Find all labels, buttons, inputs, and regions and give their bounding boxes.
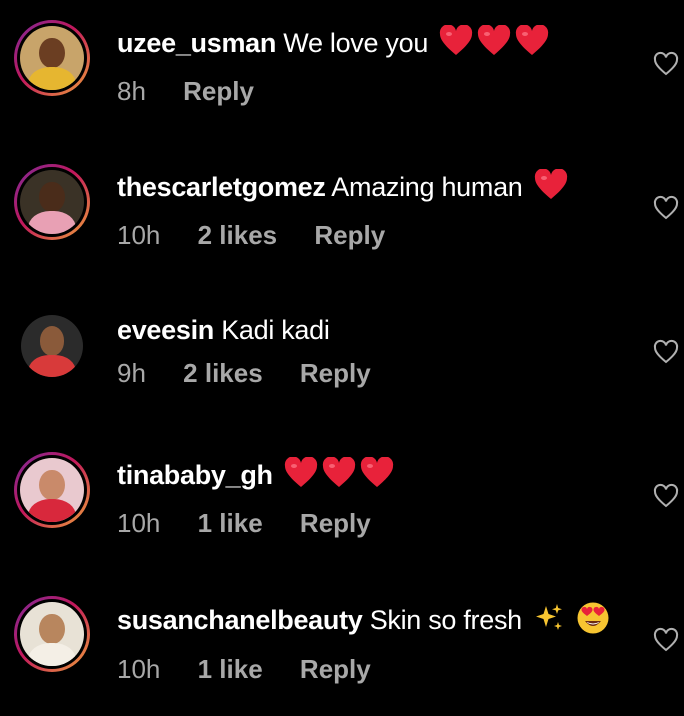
reply-button[interactable]: Reply [300, 653, 371, 685]
red-heart-emoji-icon [284, 456, 318, 497]
avatar-image [21, 315, 83, 377]
heart-outline-icon[interactable] [652, 194, 680, 222]
comment-username[interactable]: tinababy_gh [117, 460, 273, 490]
avatar[interactable] [14, 20, 90, 96]
red-heart-emoji-icon [439, 24, 473, 65]
comment-text: Skin so fresh [369, 605, 522, 636]
comment-username[interactable]: uzee_usman [117, 28, 276, 58]
heart-outline-icon[interactable] [652, 338, 680, 366]
heart-outline-icon[interactable] [652, 626, 680, 654]
likes-count[interactable]: 2 likes [198, 219, 278, 251]
reply-button[interactable]: Reply [300, 507, 371, 539]
red-heart-emoji-icon [322, 456, 356, 497]
comment-text: Amazing human [331, 172, 523, 203]
reply-button[interactable]: Reply [314, 219, 385, 251]
likes-count[interactable]: 2 likes [183, 357, 263, 389]
comment-username[interactable]: eveesin [117, 315, 214, 345]
comment-item: eveesin Kadi kadi 9h 2 likes Reply [0, 298, 684, 428]
comment-item: uzee_usman We love you 8h Reply [0, 10, 684, 140]
avatar[interactable] [14, 164, 90, 240]
comment-item: tinababy_gh 10h 1 like Reply [0, 442, 684, 572]
likes-count[interactable]: 1 like [198, 653, 263, 685]
red-heart-emoji-icon [477, 24, 511, 65]
red-heart-emoji-icon [534, 168, 568, 209]
likes-count[interactable]: 1 like [198, 507, 263, 539]
comment-item: thescarletgomez Amazing human 10h 2 like… [0, 154, 684, 284]
comment-text: Kadi kadi [221, 315, 330, 345]
comment-time: 9h [117, 358, 146, 388]
avatar[interactable] [14, 308, 90, 384]
avatar-image [20, 170, 84, 234]
heart-eyes-emoji-icon [576, 601, 610, 643]
avatar[interactable] [14, 596, 90, 672]
sparkles-emoji-icon [533, 602, 565, 642]
red-heart-emoji-icon [515, 24, 549, 65]
comment-time: 8h [117, 76, 146, 106]
avatar-image [20, 26, 84, 90]
avatar-image [20, 458, 84, 522]
reply-button[interactable]: Reply [183, 75, 254, 107]
heart-outline-icon[interactable] [652, 482, 680, 510]
comment-time: 10h [117, 654, 161, 684]
comment-item: susanchanelbeauty Skin so fresh 10h 1 li… [0, 586, 684, 716]
reply-button[interactable]: Reply [300, 357, 371, 389]
comment-username[interactable]: susanchanelbeauty [117, 605, 363, 635]
comment-time: 10h [117, 220, 161, 250]
avatar-image [20, 602, 84, 666]
heart-outline-icon[interactable] [652, 50, 680, 78]
comment-username[interactable]: thescarletgomez [117, 172, 326, 202]
comment-text: We love you [283, 28, 429, 59]
red-heart-emoji-icon [360, 456, 394, 497]
avatar[interactable] [14, 452, 90, 528]
comment-time: 10h [117, 508, 161, 538]
